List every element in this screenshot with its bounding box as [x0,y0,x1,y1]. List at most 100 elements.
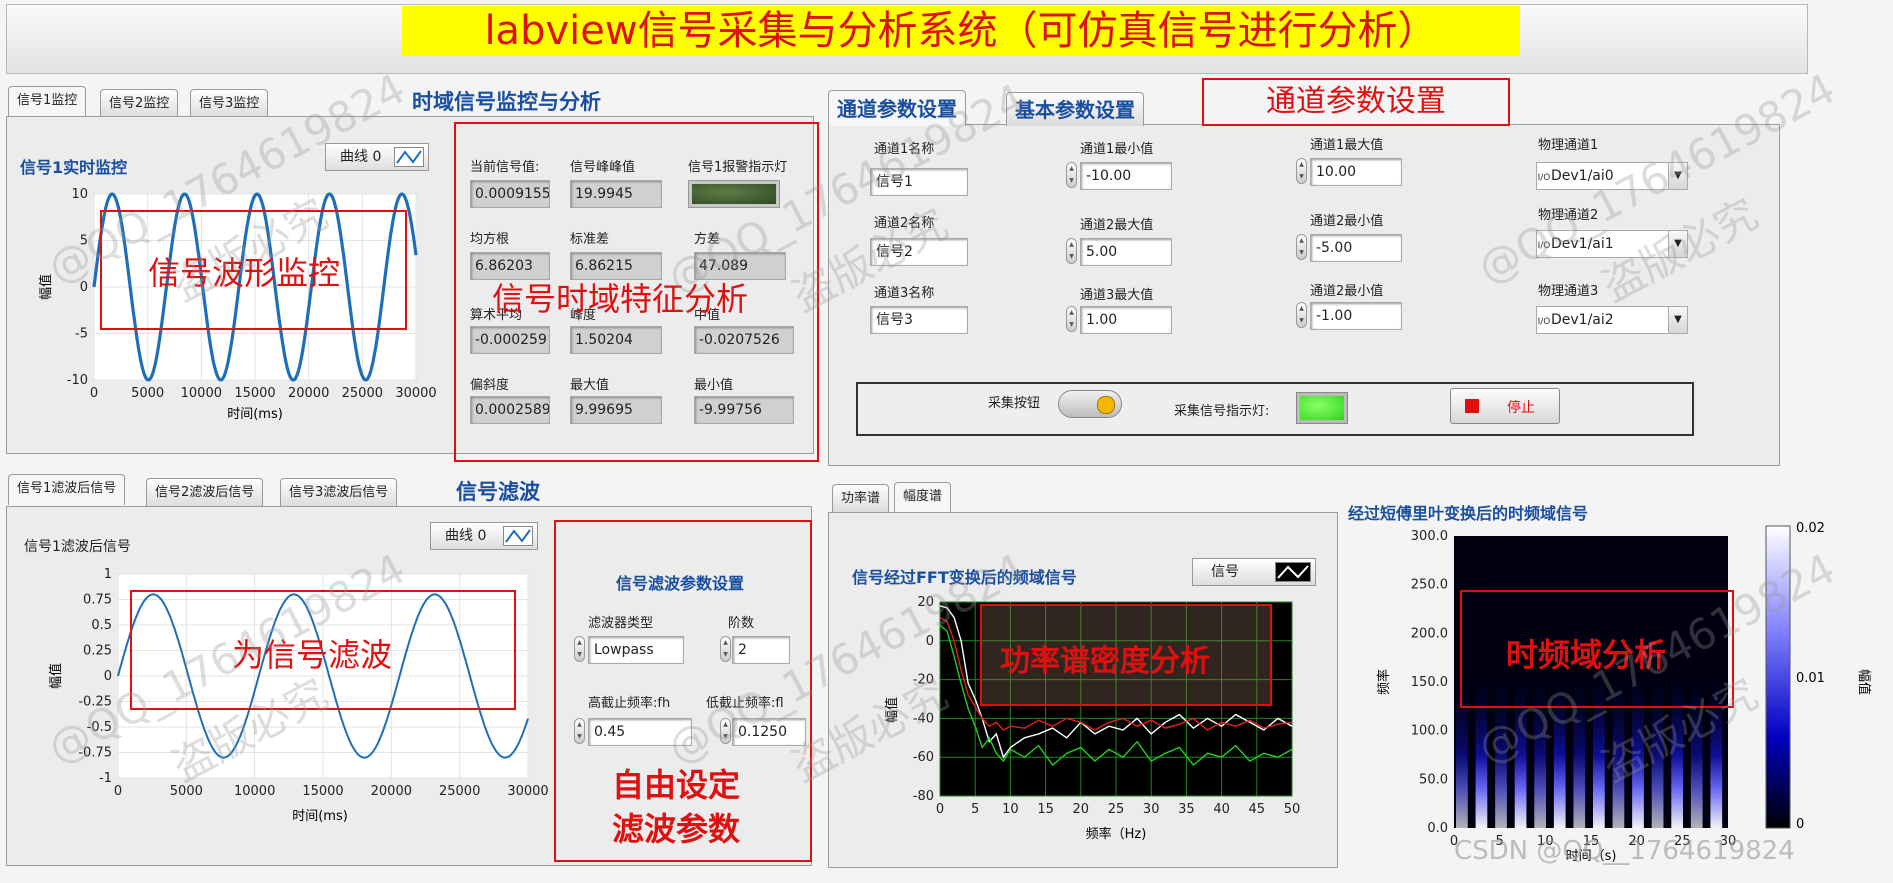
stft-y-label: 频率 [1376,669,1392,695]
acquire-toggle[interactable] [1058,390,1122,418]
ch3-name-label: 通道3名称 [874,286,935,301]
y-tick-label: 5 [80,234,88,249]
x-tick-label: 30000 [395,386,436,401]
phys-ch2-select[interactable]: I/ODev1/ai1 ▼ [1536,230,1688,258]
tab-signal2-monitor[interactable]: 信号2监控 [100,89,179,117]
phys-ch2-label: 物理通道2 [1538,208,1599,223]
free-note-line1: 自由设定 [612,766,741,804]
y-tick-label: -40 [913,711,934,726]
tab-filter-signal2[interactable]: 信号2滤波后信号 [146,478,264,506]
ch1-min-input[interactable]: -10.00 [1080,162,1172,190]
y-tick-label: 0.75 [83,593,112,608]
phys-ch3-select[interactable]: I/ODev1/ai2 ▼ [1536,306,1688,334]
phys-ch3-label: 物理通道3 [1538,284,1599,299]
monitor-legend[interactable]: 曲线 0 [325,143,429,171]
io-icon: I/O [1537,317,1551,327]
x-tick-label: 25000 [342,386,383,401]
filter-order-input[interactable]: 2 [732,636,790,664]
ch3-min-input[interactable]: -1.00 [1310,302,1402,330]
ch2-min-input[interactable]: -5.00 [1310,234,1402,262]
x-tick-label: 25 [1108,802,1125,817]
y-tick-label: 0.0 [1427,821,1448,836]
tab-filter-signal3[interactable]: 信号3滤波后信号 [280,478,398,506]
phys-ch1-select[interactable]: I/ODev1/ai0 ▼ [1536,162,1688,190]
monitor-x-ticks: 0 5000 10000 15000 20000 25000 30000 [90,386,437,401]
x-tick-label: 45 [1249,802,1266,817]
filter-section-title: 信号滤波 [456,480,540,504]
waveform-overlay-label: 信号波形监控 [148,254,341,292]
y-tick-label: 10 [71,187,88,202]
time-domain-section-title: 时域信号监控与分析 [412,90,601,114]
acquire-button-label: 采集按钮 [988,396,1041,411]
x-tick-label: 10000 [181,386,222,401]
spectrum-legend[interactable]: 信号 [1192,558,1316,586]
high-cut-input[interactable]: 0.45 [588,718,692,746]
x-tick-label: 15000 [234,386,275,401]
acquire-led-frame [1296,392,1348,424]
filter-legend-label: 曲线 0 [445,528,487,544]
ch2-max-label: 通道2最大值 [1080,218,1154,233]
ch2-name-input[interactable]: 信号2 [870,238,968,266]
y-tick-label: 0.25 [83,644,112,659]
monitor-legend-label: 曲线 0 [340,149,382,165]
x-tick-label: 10000 [234,784,275,799]
tab-channel-params[interactable]: 通道参数设置 [828,90,966,126]
ch1-name-label: 通道1名称 [874,142,935,157]
psd-overlay-label: 功率谱密度分析 [1000,644,1210,679]
ch1-max-input[interactable]: 10.00 [1310,158,1402,186]
current-value-label: 当前信号值: [470,160,540,175]
ch1-name-input[interactable]: 信号1 [870,168,968,196]
colorbar-tick-bottom: 0 [1796,817,1804,832]
ch1-min-spinner[interactable]: ▲ ▼ [1066,162,1077,188]
x-tick-label: 20000 [288,386,329,401]
legend-line-icon [1275,562,1311,582]
x-tick-label: 25000 [439,784,480,799]
low-cut-input[interactable]: 0.1250 [732,718,806,746]
y-tick-label: -80 [913,789,934,804]
tab-signal3-monitor[interactable]: 信号3监控 [190,89,269,117]
ch3-max-spinner[interactable]: ▲ ▼ [1066,306,1077,332]
high-cut-spinner[interactable]: ▲ ▼ [574,718,585,744]
tab-signal1-monitor[interactable]: 信号1监控 [8,86,87,117]
legend-line-icon [503,526,533,546]
tab-power-spectrum[interactable]: 功率谱 [832,484,890,512]
tab-amplitude-spectrum[interactable]: 幅度谱 [894,482,952,513]
x-tick-label: 0 [936,802,944,817]
spectrum-y-ticks: 20 0 -20 -40 -60 -80 [913,595,934,804]
colorbar-tick-top: 0.02 [1796,521,1825,536]
ch1-min-label: 通道1最小值 [1080,142,1154,157]
max-indicator: 9.99695 [570,396,662,424]
filter-overlay-label: 为信号滤波 [232,636,393,674]
filter-type-label: 滤波器类型 [588,616,654,631]
filter-legend[interactable]: 曲线 0 [430,522,538,550]
ch3-min-spinner[interactable]: ▲ ▼ [1296,302,1307,328]
filter-type-select[interactable]: Lowpass [588,636,684,664]
ch3-name-input[interactable]: 信号3 [870,306,968,334]
x-tick-label: 40 [1213,802,1230,817]
filter-y-label: 幅值 [48,663,64,689]
tab-filter-signal1[interactable]: 信号1滤波后信号 [8,474,126,505]
stop-button[interactable]: 停止 [1450,388,1560,424]
ch1-max-spinner[interactable]: ▲ ▼ [1296,158,1307,184]
mean-indicator: -0.000259 [470,326,550,354]
ch3-max-input[interactable]: 1.00 [1080,306,1172,334]
filter-type-spinner[interactable]: ▲ ▼ [574,636,585,662]
tab-basic-params[interactable]: 基本参数设置 [1006,92,1144,126]
ch2-min-spinner[interactable]: ▲ ▼ [1296,234,1307,260]
ch2-max-spinner[interactable]: ▲ ▼ [1066,238,1077,264]
x-tick-label: 5000 [170,784,203,799]
x-tick-label: 30 [1143,802,1160,817]
filter-order-spinner[interactable]: ▲ ▼ [720,636,731,662]
low-cut-spinner[interactable]: ▲ ▼ [720,718,731,744]
filter-x-label: 时间(ms) [292,809,348,824]
alarm-led-frame [688,180,780,208]
chevron-down-icon: ▼ [1668,163,1687,189]
y-tick-label: 100.0 [1411,724,1448,739]
max-label: 最大值 [570,378,610,393]
skewness-indicator: 0.0002589 [470,396,550,424]
current-value-indicator: 0.0009155 [470,180,550,208]
x-tick-label: 50 [1284,802,1301,817]
ch2-max-input[interactable]: 5.00 [1080,238,1172,266]
ch3-max-label: 通道3最大值 [1080,288,1154,303]
x-tick-label: 35 [1178,802,1195,817]
